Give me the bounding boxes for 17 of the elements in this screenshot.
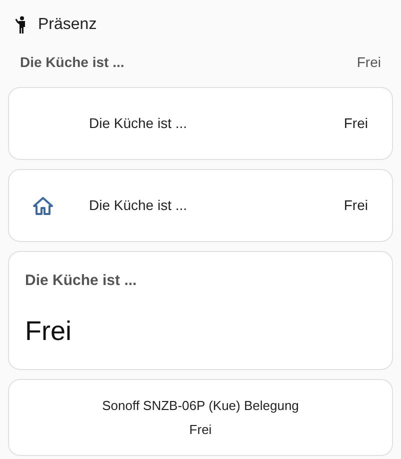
state-value: Frei: [344, 196, 368, 215]
entity-name: Die Küche ist ...: [89, 196, 188, 215]
state-value: Frei: [344, 114, 368, 133]
person-icon: [14, 16, 28, 34]
state-value: Frei: [189, 421, 212, 439]
section-title: Präsenz: [38, 15, 97, 35]
entity-name: Die Küche ist ...: [89, 114, 188, 133]
entity-name: Die Küche ist ...: [25, 271, 138, 291]
row-label: Die Küche ist ...: [20, 52, 124, 72]
entity-card[interactable]: Die Küche ist ... Frei: [8, 169, 393, 242]
house-icon: [33, 196, 53, 214]
entity-name: Sonoff SNZB-06P (Kue) Belegung: [102, 396, 299, 415]
state-value: Frei: [25, 314, 72, 348]
entity-button[interactable]: Sonoff SNZB-06P (Kue) Belegung Frei: [8, 379, 393, 456]
state-value: Frei: [356, 52, 381, 72]
entity-card[interactable]: Die Küche ist ... Frei: [8, 87, 393, 160]
entity-card[interactable]: Die Küche ist ... Frei: [8, 251, 393, 370]
